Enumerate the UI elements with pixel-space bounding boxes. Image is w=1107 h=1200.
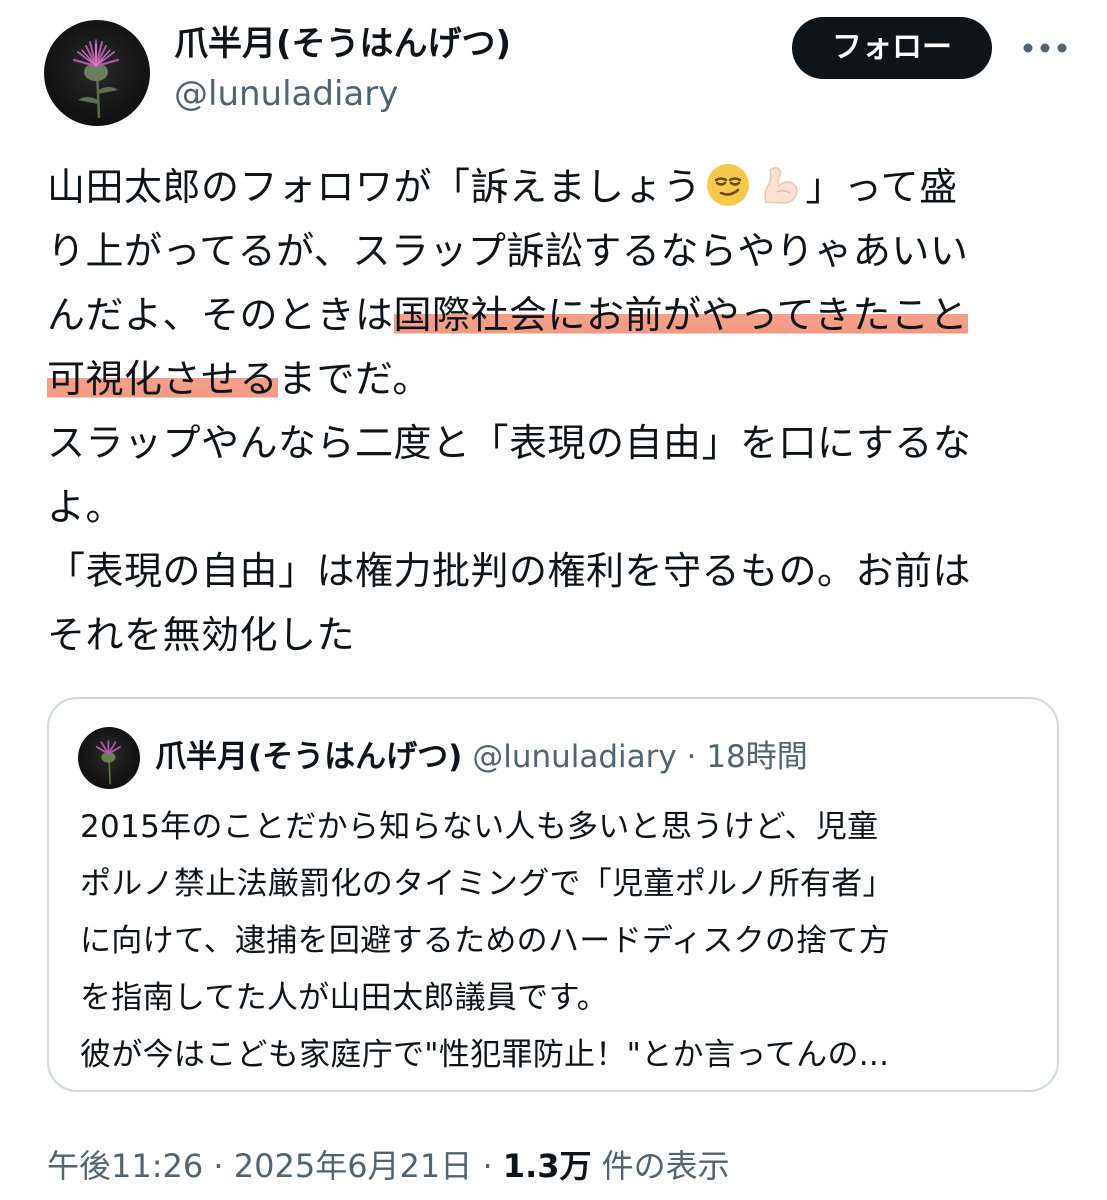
quote-display-name[interactable]: 爪半月(そうはんげつ) [155,739,462,775]
tweet-line: 山田太郎のフォロワが「訴えましょう 」って盛 [47,155,1047,219]
follow-button[interactable]: フォロー [792,17,992,79]
thistle-flower-image [73,39,119,119]
tweet-text-segment: 」って盛 [805,165,958,209]
tweet-line: んだよ、そのときは国際社会にお前がやってきたこと [47,283,1047,347]
quote-avatar[interactable] [78,727,140,789]
quote-header: 爪半月(そうはんげつ) @lunuladiary · 18時間 [155,735,808,779]
separator-dot: · [482,1147,493,1185]
tweet-line: 可視化させるまでだ。 [47,347,1047,411]
tweet-text-segment: 山田太郎のフォロワが「訴えましょう [47,165,702,209]
views-count[interactable]: 1.3万 [503,1147,592,1185]
post-meta: 午後11:26 · 2025年6月21日 · 1.3万 件の表示 [47,1143,730,1189]
post-detail: 爪半月(そうはんげつ) @lunuladiary フォロー 山田太郎のフォロワが… [0,0,1107,1200]
flexed-biceps-emoji [757,162,803,208]
more-horizontal-icon[interactable] [1020,36,1070,60]
post-date[interactable]: 2025年6月21日 [234,1147,473,1185]
tweet-line: り上がってるが、スラップ訴訟するならやりゃあいい [47,229,969,273]
separator-dot: · [686,739,697,775]
tweet-line: スラップやんなら二度と「表現の自由」を口にするな [47,421,972,465]
tweet-line: 「表現の自由」は権力批判の権利を守るもの。お前は [47,549,972,593]
post-time[interactable]: 午後11:26 [47,1147,203,1185]
quote-line: 彼が今はこども家庭庁で"性犯罪防止！"とか言ってんの... [80,1037,890,1073]
author-display-name[interactable]: 爪半月(そうはんげつ) [174,22,511,66]
tweet-text-segment: んだよ、そのときは [47,293,394,337]
quote-handle[interactable]: @lunuladiary [472,739,677,775]
tweet-line: それを無効化した [47,613,356,657]
tweet-text-segment: までだ。 [278,357,431,401]
quote-line: を指南してた人が山田太郎議員です。 [80,980,609,1016]
views-label: 件の表示 [601,1147,730,1185]
quoted-tweet-card[interactable]: 爪半月(そうはんげつ) @lunuladiary · 18時間 2015年のこと… [47,697,1059,1092]
quote-line: に向けて、逮捕を回避するためのハードディスクの捨て方 [80,923,891,959]
quote-timestamp[interactable]: 18時間 [706,739,807,775]
highlighted-text: 可視化させる [47,357,279,401]
highlighted-text: 国際社会にお前がやってきたこと [393,293,968,337]
tweet-text: 山田太郎のフォロワが「訴えましょう 」って盛 り上がってるが、スラップ訴訟するなら… [47,155,1047,667]
quote-text: 2015年のことだから知らない人も多いと思うけど、児童 ポルノ禁止法厳罰化のタイ… [80,799,1040,1084]
separator-dot: · [213,1147,224,1185]
quote-line: ポルノ禁止法厳罰化のタイミングで「児童ポルノ所有者」 [80,866,894,902]
avatar[interactable] [44,20,150,126]
author-handle[interactable]: @lunuladiary [174,72,398,116]
thistle-flower-image [95,740,121,785]
quote-line: 2015年のことだから知らない人も多いと思うけど、児童 [80,809,879,845]
tweet-line: よ。 [47,485,125,529]
smirking-face-emoji [705,162,751,208]
